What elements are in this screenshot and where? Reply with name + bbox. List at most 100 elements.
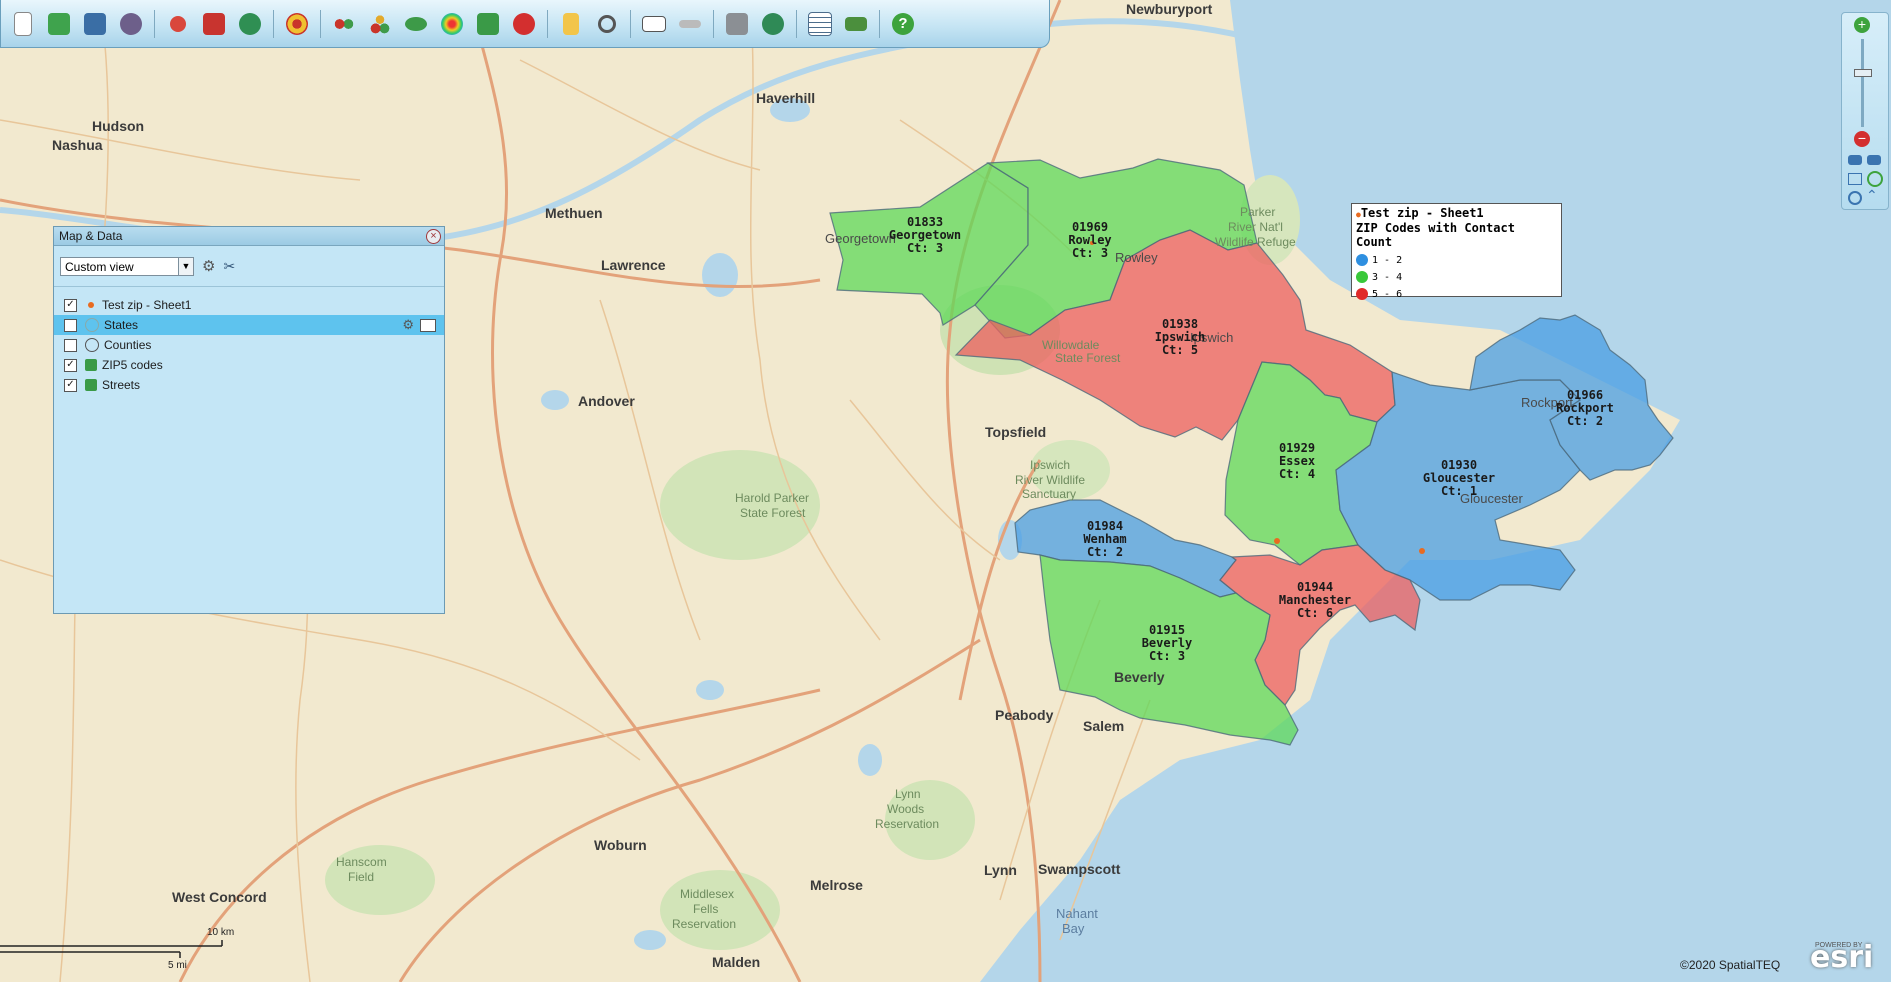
- layer-table-icon[interactable]: [420, 318, 436, 332]
- layer-label: ZIP5 codes: [102, 358, 163, 372]
- layer-checkbox-states[interactable]: [64, 318, 77, 332]
- zoom-out-icon[interactable]: −: [1854, 131, 1870, 147]
- label-icon: [642, 15, 666, 32]
- pan-right-icon[interactable]: [1867, 155, 1881, 165]
- open-button[interactable]: [43, 8, 75, 40]
- park-label-hanscom-2: Field: [348, 870, 374, 884]
- users-button[interactable]: [115, 8, 147, 40]
- chevron-down-icon: ▼: [178, 257, 193, 275]
- svg-text:Wenham: Wenham: [1083, 532, 1126, 546]
- esri-logo: esri: [1810, 940, 1874, 975]
- panel-title: Map & Data: [59, 229, 123, 243]
- zip-label-01938: 01938IpswichCt: 5: [1155, 317, 1206, 357]
- pan-left-icon[interactable]: [1848, 155, 1862, 165]
- grid-button[interactable]: [804, 8, 836, 40]
- delete-button[interactable]: [508, 8, 540, 40]
- park-label-middlesex-2: Fells: [693, 902, 718, 916]
- new-icon: [14, 11, 32, 36]
- help-button[interactable]: ?: [887, 8, 919, 40]
- place-label-nashua: Nashua: [52, 137, 103, 153]
- panel-title-bar[interactable]: Map & Data ×: [54, 227, 444, 246]
- globe-icon: [239, 12, 261, 35]
- route-icon: [845, 16, 867, 31]
- svg-text:Gloucester: Gloucester: [1423, 471, 1495, 485]
- map-legend[interactable]: ●Test zip - Sheet1 ZIP Codes with Contac…: [1351, 203, 1562, 300]
- view-select[interactable]: Custom view ▼: [60, 256, 194, 276]
- tools-icon[interactable]: ✂: [223, 258, 235, 275]
- map-data-panel: Map & Data × Custom view ▼ ⚙ ✂ ✓ Test zi…: [53, 226, 445, 614]
- ruler-button[interactable]: [674, 8, 706, 40]
- svg-text:01984: 01984: [1087, 519, 1123, 533]
- zoom-slider-track[interactable]: [1861, 39, 1864, 127]
- cube-button[interactable]: [721, 8, 753, 40]
- territory-button[interactable]: [472, 8, 504, 40]
- svg-text:01966: 01966: [1567, 388, 1603, 402]
- zoom-in-icon[interactable]: +: [1854, 17, 1870, 33]
- layer-checkbox-counties[interactable]: [64, 338, 77, 352]
- legend-item: 5 - 6: [1356, 288, 1557, 300]
- svg-text:Ct: 6: Ct: 6: [1297, 606, 1333, 620]
- cube-icon: [726, 12, 748, 35]
- layer-row-test-zip[interactable]: ✓ Test zip - Sheet1: [54, 295, 444, 315]
- gear-icon[interactable]: ⚙: [202, 257, 215, 275]
- new-button[interactable]: [7, 8, 39, 40]
- park-label-parker-river: Parker: [1240, 205, 1275, 219]
- layer-checkbox-test-zip[interactable]: ✓: [64, 298, 77, 312]
- svg-text:01969: 01969: [1072, 220, 1108, 234]
- main-toolbar: ?: [0, 0, 1050, 48]
- svg-text:Ct: 1: Ct: 1: [1441, 484, 1477, 498]
- view-select-value: Custom view: [65, 259, 134, 274]
- document-button[interactable]: [555, 8, 587, 40]
- layer-row-states[interactable]: States ⚙: [54, 315, 444, 335]
- place-label-beverly: Beverly: [1114, 669, 1165, 685]
- park-label-harold-parker: Harold Parker: [735, 491, 809, 505]
- globe-map-button[interactable]: [757, 8, 789, 40]
- contact-pin: [1274, 538, 1280, 544]
- water-label-nahant: Nahant: [1056, 906, 1098, 921]
- pushpin-icon: [88, 302, 94, 308]
- place-label-peabody: Peabody: [995, 707, 1054, 723]
- zip-label-01915: 01915BeverlyCt: 3: [1142, 623, 1193, 663]
- park-label-parker-river-3: Wildlife Refuge: [1215, 235, 1296, 249]
- layer-checkbox-streets[interactable]: ✓: [64, 378, 77, 392]
- close-icon[interactable]: ×: [426, 229, 441, 244]
- svg-text:Rockport: Rockport: [1556, 401, 1614, 415]
- park-label-middlesex: Middlesex: [680, 887, 734, 901]
- zoom-slider-handle[interactable]: [1854, 69, 1872, 77]
- zoom-extent-icon[interactable]: [1848, 173, 1862, 185]
- data-button[interactable]: [328, 8, 360, 40]
- route-button[interactable]: [840, 8, 872, 40]
- chevron-up-icon[interactable]: ⌃: [1866, 187, 1878, 204]
- cluster-button[interactable]: [364, 8, 396, 40]
- search-button[interactable]: [591, 8, 623, 40]
- refresh-icon[interactable]: [1867, 171, 1883, 187]
- globe-button[interactable]: [234, 8, 266, 40]
- park-label-harold-parker-2: State Forest: [740, 506, 806, 520]
- layer-checkbox-zip5[interactable]: ✓: [64, 358, 77, 372]
- layer-settings-icon[interactable]: ⚙: [402, 317, 414, 333]
- layers-button[interactable]: [400, 8, 432, 40]
- streets-icon: [85, 379, 97, 391]
- search-icon[interactable]: [1848, 191, 1862, 205]
- svg-text:Georgetown: Georgetown: [889, 228, 961, 242]
- svg-text:01929: 01929: [1279, 441, 1315, 455]
- pushpin-add-button[interactable]: [162, 8, 194, 40]
- label-button[interactable]: [638, 8, 670, 40]
- layer-row-zip5[interactable]: ✓ ZIP5 codes: [54, 355, 444, 375]
- scale-bar: [0, 940, 223, 958]
- place-label-andover: Andover: [578, 393, 635, 409]
- layer-row-streets[interactable]: ✓ Streets: [54, 375, 444, 395]
- layer-row-counties[interactable]: Counties: [54, 335, 444, 355]
- layer-label: States: [104, 318, 139, 332]
- puzzle-add-button[interactable]: [198, 8, 230, 40]
- document-icon: [563, 12, 579, 35]
- svg-text:Ct: 2: Ct: 2: [1087, 545, 1123, 559]
- place-label-methuen: Methuen: [545, 205, 603, 221]
- park-label-lynn-woods-3: Reservation: [875, 817, 939, 831]
- territory-icon: [477, 12, 499, 35]
- heatmap-button[interactable]: [436, 8, 468, 40]
- radius-button[interactable]: [281, 8, 313, 40]
- save-button[interactable]: [79, 8, 111, 40]
- states-icon: [85, 318, 99, 332]
- legend-item: 3 - 4: [1356, 271, 1557, 283]
